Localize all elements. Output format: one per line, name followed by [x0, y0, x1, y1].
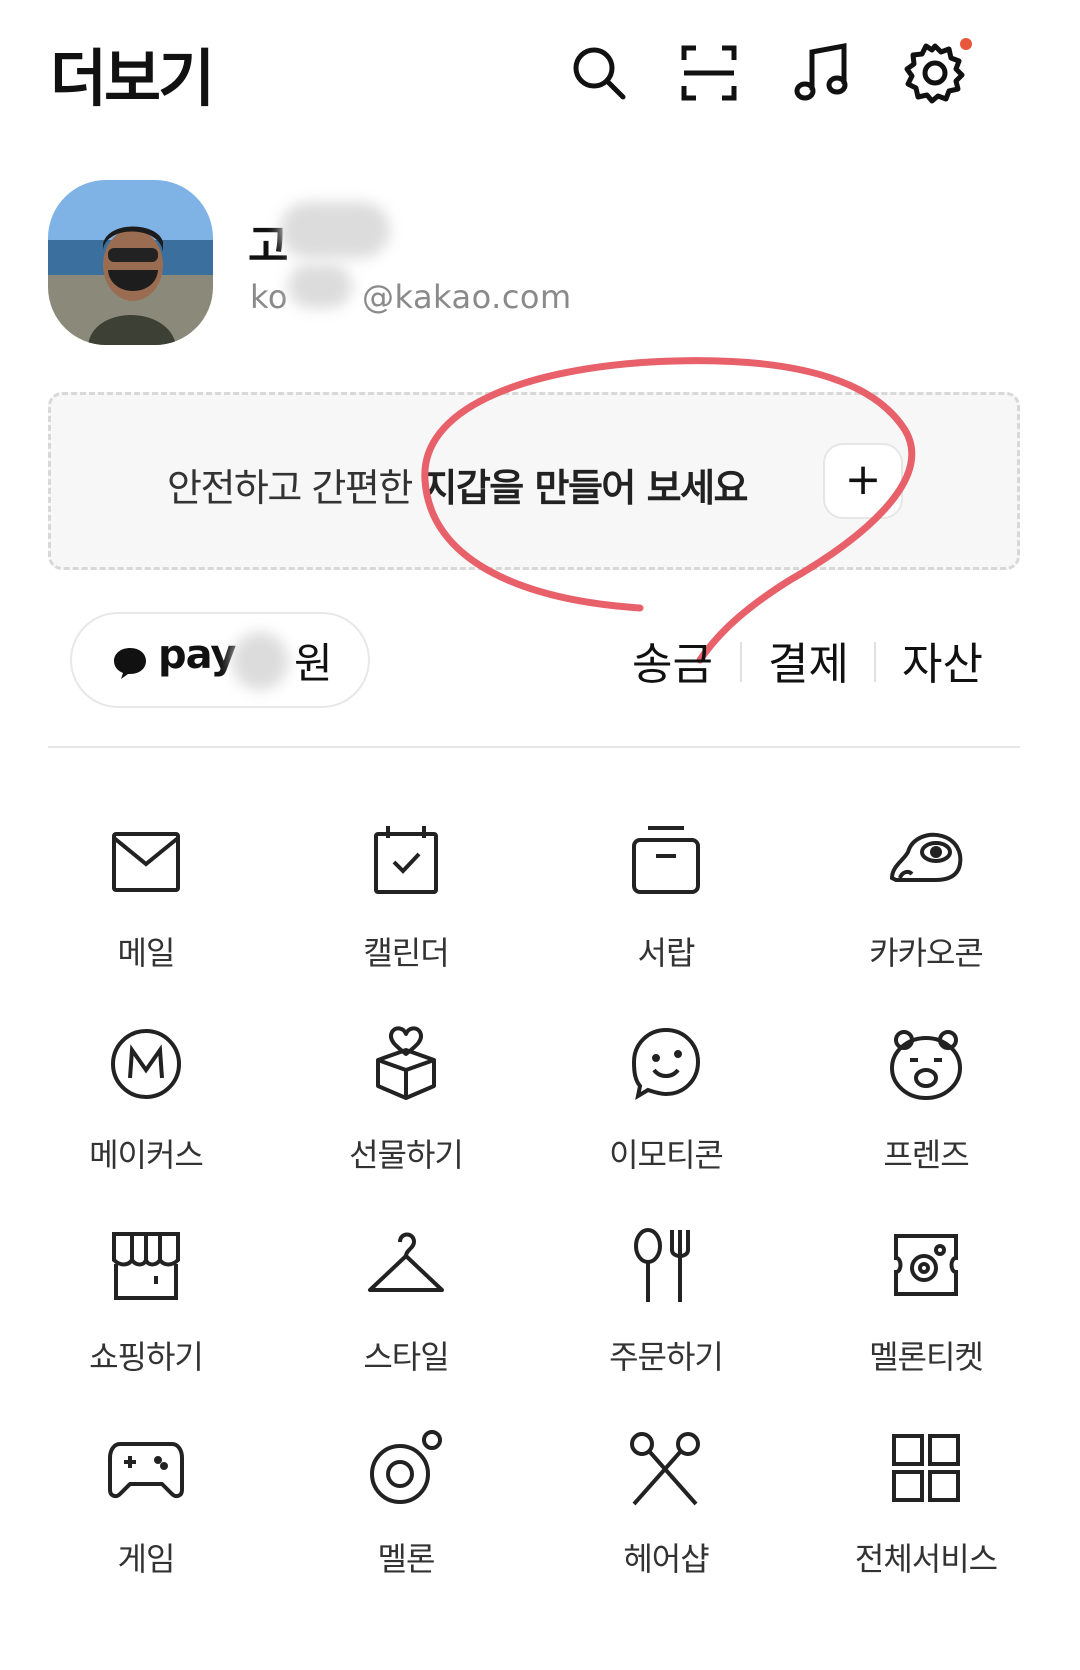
avatar[interactable] [48, 180, 213, 345]
wallet-text-bold: 지갑을 만들어 보세요 [422, 466, 748, 510]
service-drawer[interactable]: 서랍 [536, 800, 796, 1000]
service-kakaocon[interactable]: 카카오콘 [796, 800, 1056, 1000]
header: 더보기 [0, 0, 1080, 150]
settings-icon[interactable] [902, 38, 972, 106]
game-icon [108, 1442, 184, 1499]
service-all[interactable]: 전체서비스 [796, 1406, 1056, 1606]
service-label: 캘린더 [363, 934, 449, 972]
service-label: 서랍 [637, 934, 696, 972]
service-label: 메이커스 [89, 1136, 204, 1174]
notification-dot [960, 38, 972, 50]
scissors-icon [630, 1432, 700, 1506]
balance-blur [232, 632, 288, 690]
transfer-button[interactable]: 송금 [632, 628, 713, 692]
service-label: 이모티콘 [609, 1136, 724, 1174]
section-divider [48, 746, 1020, 748]
service-label: 전체서비스 [854, 1540, 998, 1578]
service-melon[interactable]: 멜론 [276, 1406, 536, 1606]
create-wallet-button[interactable]: + [823, 443, 903, 519]
service-game[interactable]: 게임 [16, 1406, 276, 1606]
emoticon-icon [631, 1027, 701, 1101]
service-mail[interactable]: 메일 [16, 800, 276, 1000]
assets-button[interactable]: 자산 [902, 628, 983, 692]
kakaopay-balance[interactable]: pay 원 [70, 612, 370, 708]
service-gift[interactable]: 선물하기 [276, 1002, 536, 1202]
mail-icon [112, 832, 180, 892]
service-label: 프렌즈 [883, 1136, 969, 1174]
service-label: 쇼핑하기 [89, 1338, 204, 1376]
service-label: 카카오콘 [869, 934, 984, 972]
service-label: 멜론 [377, 1540, 436, 1578]
service-label: 게임 [117, 1540, 176, 1578]
service-friends[interactable]: 프렌즈 [796, 1002, 1056, 1202]
music-icon[interactable] [790, 40, 856, 106]
service-label: 선물하기 [349, 1136, 464, 1174]
wallet-banner-text: 안전하고 간편한 지갑을 만들어 보세요 [167, 457, 748, 512]
name-blur [280, 202, 390, 258]
all-services-icon [892, 1434, 960, 1502]
makers-icon [111, 1029, 181, 1099]
melon-icon [370, 1430, 442, 1504]
service-order[interactable]: 주문하기 [536, 1204, 796, 1404]
email-prefix: ko [250, 278, 288, 316]
pay-label: pay [158, 632, 236, 678]
service-style[interactable]: 스타일 [276, 1204, 536, 1404]
calendar-icon [374, 826, 438, 894]
hanger-icon [368, 1232, 444, 1292]
service-label: 주문하기 [609, 1338, 724, 1376]
service-makers[interactable]: 메이커스 [16, 1002, 276, 1202]
wallet-text-normal: 안전하고 간편한 [167, 466, 423, 510]
kakaocon-icon [889, 832, 963, 882]
service-calendar[interactable]: 캘린더 [276, 800, 536, 1000]
service-hairshop[interactable]: 헤어샵 [536, 1406, 796, 1606]
drawer-icon [632, 826, 700, 894]
pay-currency: 원 [294, 639, 333, 688]
email-suffix: @kakao.com [361, 278, 572, 316]
scan-icon[interactable] [676, 40, 742, 106]
service-label: 헤어샵 [623, 1540, 709, 1578]
search-icon[interactable] [566, 40, 632, 106]
chat-bubble-icon [114, 648, 146, 679]
page-title: 더보기 [50, 42, 215, 115]
melon-ticket-icon [894, 1234, 958, 1296]
service-label: 메일 [117, 934, 176, 972]
action-divider [740, 642, 742, 682]
wallet-banner[interactable]: 안전하고 간편한 지갑을 만들어 보세요 + [48, 392, 1020, 570]
service-melon-ticket[interactable]: 멜론티켓 [796, 1204, 1056, 1404]
service-label: 멜론티켓 [869, 1338, 984, 1376]
shopping-icon [112, 1232, 180, 1300]
profile-section[interactable]: 고 ko @kakao.com [48, 180, 1028, 350]
service-label: 스타일 [363, 1338, 449, 1376]
service-shopping[interactable]: 쇼핑하기 [16, 1204, 276, 1404]
service-emoticon[interactable]: 이모티콘 [536, 1002, 796, 1202]
payment-button[interactable]: 결제 [768, 628, 849, 692]
gift-icon [376, 1026, 436, 1100]
order-icon [634, 1228, 690, 1302]
friends-icon [890, 1030, 962, 1100]
email-blur [288, 264, 352, 308]
action-divider [874, 642, 876, 682]
